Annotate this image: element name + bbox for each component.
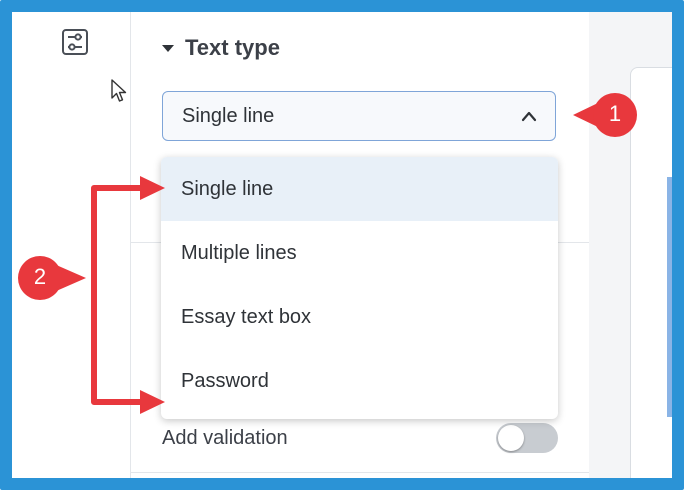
validation-label: Add validation [162,427,288,449]
divider [131,472,589,473]
select-value: Single line [182,104,275,127]
sliders-icon[interactable] [61,28,89,56]
text-type-select[interactable]: Single line [162,91,556,141]
caret-down-icon [162,45,174,52]
text-type-dropdown: Single line Multiple lines Essay text bo… [161,157,558,419]
chevron-up-icon [521,111,537,122]
option-single-line[interactable]: Single line [161,157,558,221]
left-rail [12,12,131,478]
option-essay-text-box[interactable]: Essay text box [161,285,558,349]
validation-row: Add validation [162,421,558,455]
mouse-cursor-icon [111,79,127,102]
option-password[interactable]: Password [161,349,558,413]
section-header[interactable]: Text type [161,34,280,62]
section-title: Text type [185,35,280,60]
preview-area [589,12,673,489]
validation-toggle[interactable] [496,423,558,453]
toggle-knob [498,425,524,451]
option-multiple-lines[interactable]: Multiple lines [161,221,558,285]
preview-accent-bar [667,177,672,417]
callout-2-number: 2 [33,264,47,289]
callout-1-number: 1 [608,101,622,126]
